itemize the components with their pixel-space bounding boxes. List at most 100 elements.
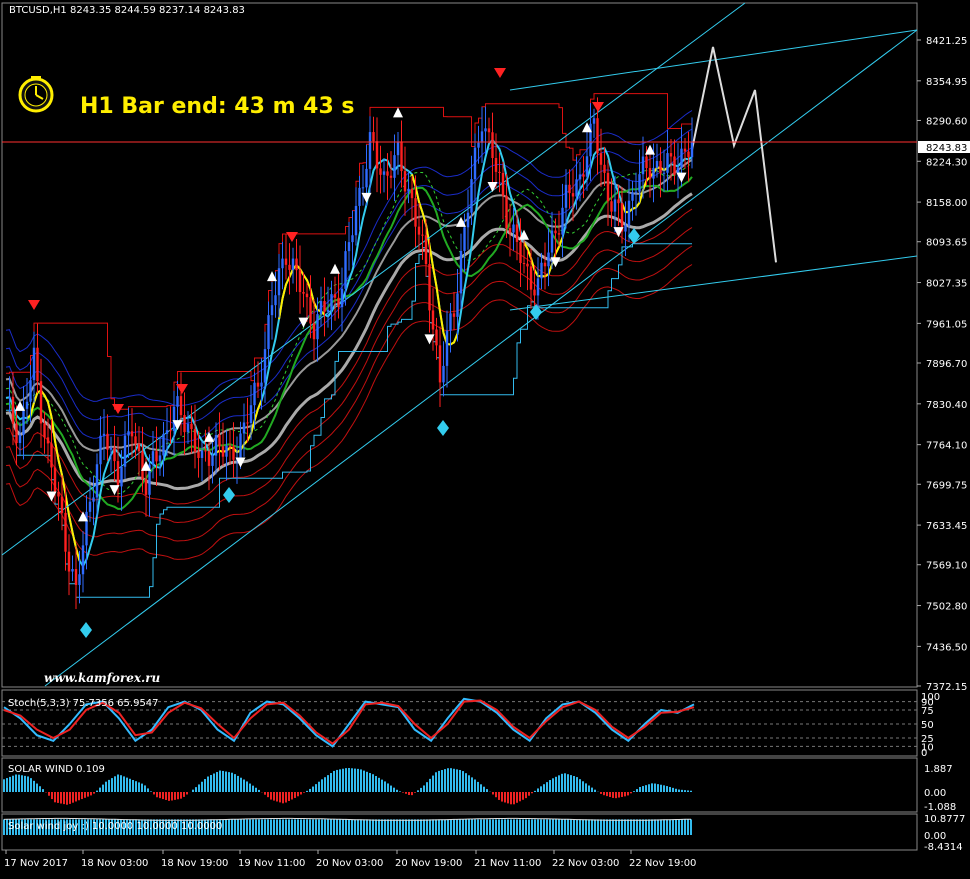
bar-timer: H1 Bar end: 43 m 43 s [80, 94, 355, 119]
candle-body [46, 437, 50, 444]
candle-body [641, 156, 645, 175]
candle-body [242, 422, 246, 434]
price-tick-label: 8158.00 [926, 198, 967, 209]
candle-body [277, 268, 281, 296]
time-tick-label: 19 Nov 11:00 [238, 858, 305, 869]
candle-body [375, 141, 379, 169]
candle-body [39, 381, 43, 424]
candle-body [270, 305, 274, 316]
candle-body [543, 262, 547, 267]
candle-body [599, 153, 603, 165]
candle-body [508, 228, 512, 233]
candle-body [137, 443, 141, 452]
price-tick-label: 7830.40 [926, 400, 967, 411]
candle-body [585, 156, 589, 177]
candle-body [442, 365, 445, 383]
candle-body [627, 200, 631, 226]
candle-body [536, 278, 540, 296]
candle-body [246, 422, 249, 424]
candle-body [379, 168, 382, 175]
candle-body [200, 450, 204, 458]
candle-body [340, 288, 344, 308]
candle-body [498, 171, 501, 173]
candle-body [662, 172, 666, 174]
candle-body [438, 345, 442, 383]
candle-body [221, 446, 225, 457]
trading-chart[interactable]: 8421.25 8354.95 8290.60 8224.30 8158.00 8093.… [0, 0, 970, 879]
candle-body [526, 263, 529, 267]
candle-body [214, 435, 218, 456]
joy-level-label: 10.8777 [924, 814, 965, 825]
candle-body [396, 141, 400, 156]
candle-body [473, 147, 477, 180]
price-tick-label: 8421.25 [926, 36, 967, 47]
candle-body [113, 447, 116, 462]
candle-body [281, 258, 284, 269]
candle-body [484, 128, 487, 132]
candle-body [95, 464, 99, 498]
candle-body [67, 551, 71, 572]
candle-body [529, 266, 533, 290]
candle-body [690, 142, 694, 158]
candle-body [634, 191, 638, 193]
candle-body [424, 235, 428, 265]
candle-body [60, 496, 64, 513]
candle-body [263, 349, 267, 383]
candle-body [557, 233, 561, 235]
candle-body [228, 445, 232, 447]
candle-body [18, 434, 22, 443]
price-tick-label: 7633.45 [926, 521, 967, 532]
candle-body [606, 172, 610, 202]
candle-body [582, 174, 585, 177]
candle-body [400, 141, 403, 172]
candle-body [29, 380, 32, 402]
candle-body [533, 289, 536, 296]
candle-body [494, 157, 498, 172]
candle-body [515, 224, 519, 242]
candle-body [232, 446, 235, 460]
candle-body [158, 455, 162, 462]
candle-body [123, 435, 127, 467]
candle-body [319, 301, 323, 315]
time-tick-label: 20 Nov 03:00 [316, 858, 383, 869]
candle-body [130, 431, 134, 437]
candle-body [477, 142, 480, 148]
candle-body [358, 187, 361, 206]
candle-body [50, 443, 53, 468]
candle-body [305, 293, 309, 298]
candle-body [144, 479, 148, 495]
candle-body [288, 264, 291, 270]
candle-body [407, 188, 410, 192]
candle-body [522, 263, 526, 265]
candle-body [81, 545, 85, 575]
candle-body [487, 128, 491, 133]
candle-body [389, 175, 393, 178]
candle-body [88, 501, 92, 512]
candle-body [337, 297, 340, 308]
candle-body [162, 433, 165, 456]
candle-body [393, 155, 396, 178]
candle-body [15, 423, 18, 443]
candle-body [25, 401, 29, 409]
candle-body [571, 193, 575, 197]
candle-body [186, 423, 190, 433]
candle-body [298, 270, 302, 293]
candle-body [659, 160, 662, 174]
candle-body [347, 242, 351, 252]
price-tick-label: 7436.50 [926, 642, 967, 653]
watermark: www.kamforex.ru [44, 671, 161, 685]
candle-body [568, 184, 571, 194]
joy-level-label: -8.4314 [924, 842, 963, 853]
candle-body [445, 330, 449, 366]
candle-body [165, 430, 169, 434]
price-tick-label: 8354.95 [926, 77, 967, 88]
candle-body [365, 168, 368, 188]
candle-body [610, 201, 613, 212]
candle-body [302, 292, 305, 294]
candle-body [354, 205, 358, 236]
candle-body [74, 569, 78, 586]
candle-body [99, 435, 102, 465]
time-tick-label: 21 Nov 11:00 [474, 858, 541, 869]
candle-body [417, 226, 421, 235]
candle-body [550, 230, 554, 253]
